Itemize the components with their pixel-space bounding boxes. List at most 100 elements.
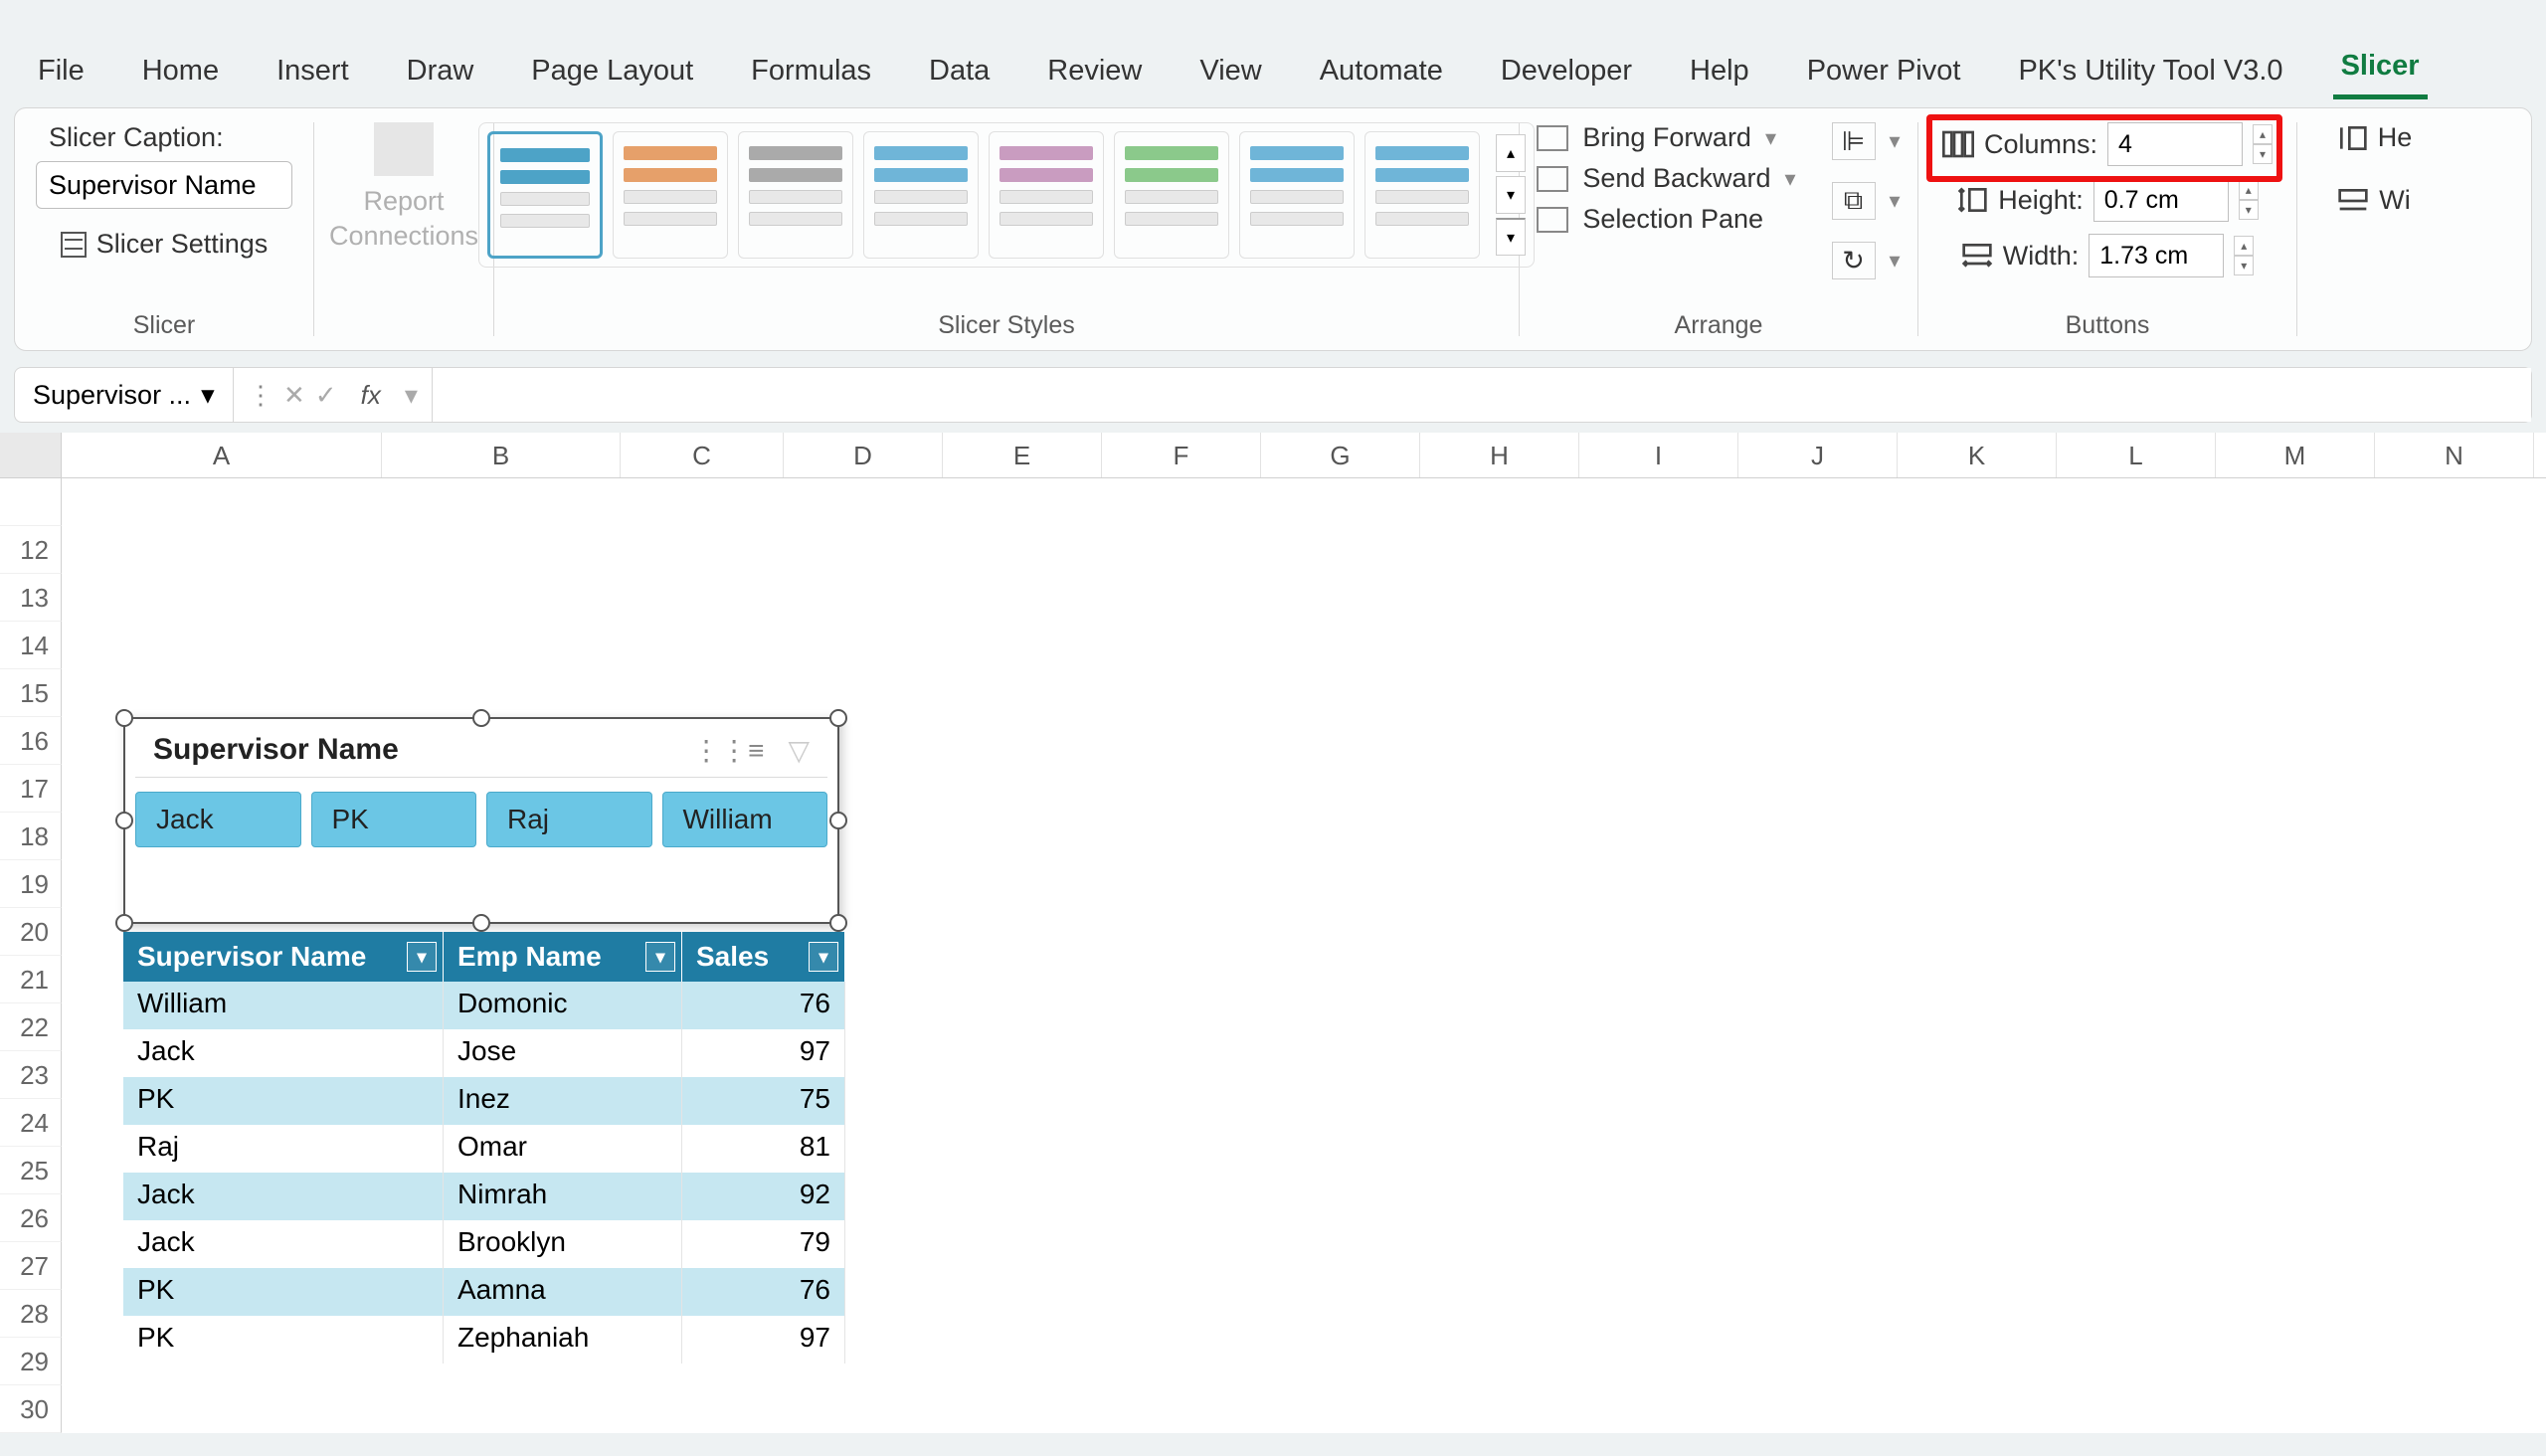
- filter-dropdown-icon[interactable]: [645, 942, 675, 972]
- row-header[interactable]: 25: [0, 1147, 62, 1194]
- tab-developer[interactable]: Developer: [1493, 43, 1640, 99]
- chevron-down-icon[interactable]: [201, 380, 215, 411]
- table-cell[interactable]: Brooklyn: [444, 1220, 682, 1268]
- tab-insert[interactable]: Insert: [269, 43, 357, 99]
- table-row[interactable]: JackJose97: [123, 1029, 845, 1077]
- table-row[interactable]: PKAamna76: [123, 1268, 845, 1316]
- table-header[interactable]: Supervisor Name: [123, 932, 444, 982]
- resize-handle[interactable]: [472, 914, 490, 932]
- row-header[interactable]: 21: [0, 956, 62, 1003]
- width-up-button[interactable]: ▴: [2234, 236, 2254, 256]
- table-cell[interactable]: 79: [682, 1220, 845, 1268]
- tab-data[interactable]: Data: [921, 43, 998, 99]
- row-header[interactable]: 27: [0, 1242, 62, 1290]
- width-down-button[interactable]: ▾: [2234, 256, 2254, 275]
- tab-draw[interactable]: Draw: [399, 43, 482, 99]
- chevron-down-icon[interactable]: [1890, 188, 1901, 214]
- row-header[interactable]: [0, 478, 62, 526]
- table-cell[interactable]: Domonic: [444, 982, 682, 1029]
- table-cell[interactable]: 92: [682, 1173, 845, 1220]
- resize-handle[interactable]: [829, 709, 847, 727]
- tab-formulas[interactable]: Formulas: [743, 43, 879, 99]
- table-cell[interactable]: Omar: [444, 1125, 682, 1173]
- cell-grid[interactable]: Supervisor Name ⋮⋮≡ ▽ JackPKRajWilliam S…: [62, 478, 2546, 1433]
- table-cell[interactable]: Jose: [444, 1029, 682, 1077]
- row-header[interactable]: 20: [0, 908, 62, 956]
- multi-select-icon[interactable]: ⋮⋮≡: [692, 734, 764, 767]
- table-cell[interactable]: 97: [682, 1316, 845, 1364]
- row-header[interactable]: 19: [0, 860, 62, 908]
- table-cell[interactable]: Raj: [123, 1125, 444, 1173]
- row-header[interactable]: 24: [0, 1099, 62, 1147]
- table-cell[interactable]: 75: [682, 1077, 845, 1125]
- slicer-item[interactable]: Jack: [135, 792, 301, 847]
- column-header[interactable]: E: [943, 433, 1102, 477]
- table-cell[interactable]: Aamna: [444, 1268, 682, 1316]
- chevron-down-icon[interactable]: [1890, 128, 1901, 154]
- table-cell[interactable]: Jack: [123, 1029, 444, 1077]
- table-cell[interactable]: 76: [682, 982, 845, 1029]
- slicer-settings-button[interactable]: Slicer Settings: [49, 221, 280, 268]
- table-row[interactable]: RajOmar81: [123, 1125, 845, 1173]
- resize-handle[interactable]: [829, 812, 847, 829]
- tab-help[interactable]: Help: [1682, 43, 1757, 99]
- slicer-caption-input[interactable]: [36, 161, 292, 209]
- column-header[interactable]: I: [1579, 433, 1738, 477]
- table-cell[interactable]: Zephaniah: [444, 1316, 682, 1364]
- rotate-button[interactable]: ↻: [1832, 242, 1876, 279]
- slicer-item[interactable]: PK: [311, 792, 477, 847]
- slicer-style-option[interactable]: [738, 131, 853, 259]
- table-header[interactable]: Emp Name: [444, 932, 682, 982]
- chevron-down-icon[interactable]: [405, 380, 418, 411]
- row-header[interactable]: 28: [0, 1290, 62, 1338]
- tab-pk-utility[interactable]: PK's Utility Tool V3.0: [2010, 43, 2290, 99]
- column-header[interactable]: N: [2375, 433, 2534, 477]
- slicer-style-option[interactable]: [487, 131, 603, 259]
- column-header[interactable]: J: [1738, 433, 1898, 477]
- row-header[interactable]: 17: [0, 765, 62, 813]
- row-header[interactable]: 15: [0, 669, 62, 717]
- table-row[interactable]: PKInez75: [123, 1077, 845, 1125]
- select-all-corner[interactable]: [0, 433, 62, 477]
- bring-forward-button[interactable]: Bring Forward: [1537, 122, 1795, 153]
- tab-slicer[interactable]: Slicer: [2333, 38, 2428, 99]
- tab-file[interactable]: File: [30, 43, 92, 99]
- column-header[interactable]: F: [1102, 433, 1261, 477]
- height-up-button[interactable]: ▴: [2239, 180, 2259, 200]
- button-width-input[interactable]: [2089, 234, 2224, 277]
- table-cell[interactable]: Nimrah: [444, 1173, 682, 1220]
- filter-dropdown-icon[interactable]: [809, 942, 838, 972]
- name-box[interactable]: Supervisor ...: [15, 368, 234, 422]
- chevron-down-icon[interactable]: [1785, 166, 1796, 192]
- tab-page-layout[interactable]: Page Layout: [523, 43, 701, 99]
- column-header[interactable]: L: [2057, 433, 2216, 477]
- slicer-item[interactable]: Raj: [486, 792, 652, 847]
- slicer-style-option[interactable]: [989, 131, 1104, 259]
- column-header[interactable]: M: [2216, 433, 2375, 477]
- tab-automate[interactable]: Automate: [1312, 43, 1451, 99]
- table-cell[interactable]: 76: [682, 1268, 845, 1316]
- height-down-button[interactable]: ▾: [2239, 200, 2259, 220]
- selection-pane-button[interactable]: Selection Pane: [1537, 204, 1795, 235]
- tab-view[interactable]: View: [1191, 43, 1269, 99]
- resize-handle[interactable]: [829, 914, 847, 932]
- table-header[interactable]: Sales: [682, 932, 845, 982]
- chevron-down-icon[interactable]: [1890, 248, 1901, 273]
- row-header[interactable]: 12: [0, 526, 62, 574]
- table-cell[interactable]: Jack: [123, 1173, 444, 1220]
- align-button[interactable]: ⊫: [1832, 122, 1876, 160]
- confirm-icon[interactable]: ✓: [315, 380, 337, 411]
- send-backward-button[interactable]: Send Backward: [1537, 163, 1795, 194]
- tab-power-pivot[interactable]: Power Pivot: [1799, 43, 1969, 99]
- more-icon[interactable]: ⋮: [248, 380, 273, 411]
- button-height-input[interactable]: [2093, 178, 2229, 222]
- formula-input[interactable]: [433, 368, 2531, 422]
- row-header[interactable]: 14: [0, 622, 62, 669]
- slicer-style-option[interactable]: [1364, 131, 1480, 259]
- filter-dropdown-icon[interactable]: [407, 942, 437, 972]
- row-header[interactable]: 18: [0, 813, 62, 860]
- table-cell[interactable]: 97: [682, 1029, 845, 1077]
- resize-handle[interactable]: [115, 914, 133, 932]
- slicer-object[interactable]: Supervisor Name ⋮⋮≡ ▽ JackPKRajWilliam: [123, 717, 839, 924]
- slicer-style-option[interactable]: [1114, 131, 1229, 259]
